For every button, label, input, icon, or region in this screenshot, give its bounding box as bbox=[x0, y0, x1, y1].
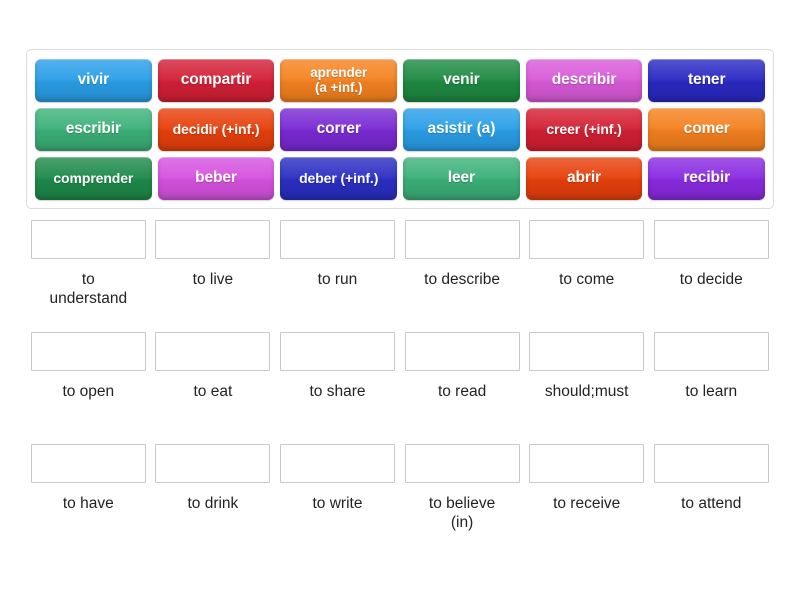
answer-label: to live bbox=[192, 271, 234, 288]
answer-grid: to understand to live to run to describe… bbox=[26, 220, 774, 556]
answer-item: to write bbox=[275, 444, 400, 556]
word-tile[interactable]: asistir (a) bbox=[403, 107, 520, 151]
tile-slot: beber bbox=[155, 154, 278, 202]
drop-zone[interactable] bbox=[529, 332, 645, 371]
word-tile[interactable]: recibir bbox=[648, 156, 766, 200]
answer-label: to come bbox=[559, 271, 615, 288]
word-tile[interactable]: creer (+inf.) bbox=[525, 107, 643, 151]
word-tile[interactable]: escribir bbox=[35, 107, 152, 151]
drop-zone[interactable] bbox=[404, 220, 520, 259]
tile-slot: comer bbox=[645, 105, 768, 153]
tile-slot: venir bbox=[400, 56, 523, 104]
tile-slot: creer (+inf.) bbox=[523, 105, 646, 153]
drop-zone[interactable] bbox=[529, 220, 645, 259]
tile-row: escribir decidir (+inf.) correr asistir … bbox=[32, 105, 768, 153]
word-tile[interactable]: deber (+inf.) bbox=[280, 156, 398, 200]
answer-item: to open bbox=[26, 332, 151, 444]
tile-slot: decidir (+inf.) bbox=[155, 105, 278, 153]
answer-item: to drink bbox=[151, 444, 276, 556]
answer-label: to have bbox=[62, 495, 114, 512]
tile-slot: aprender (a +inf.) bbox=[277, 56, 400, 104]
answer-item: to decide bbox=[649, 220, 774, 332]
word-tile[interactable]: describir bbox=[525, 58, 643, 102]
tile-slot: deber (+inf.) bbox=[277, 154, 400, 202]
word-tile[interactable]: comprender bbox=[35, 156, 152, 200]
drop-zone[interactable] bbox=[279, 332, 395, 371]
answer-item: to understand bbox=[26, 220, 151, 332]
answer-label: to share bbox=[309, 383, 366, 400]
tile-slot: abrir bbox=[523, 154, 646, 202]
word-tile[interactable]: leer bbox=[403, 156, 520, 200]
activity-page: vivir compartir aprender (a +inf.) venir… bbox=[0, 0, 800, 600]
tile-slot: tener bbox=[645, 56, 768, 104]
word-tile[interactable]: abrir bbox=[525, 156, 643, 200]
answer-item: to come bbox=[524, 220, 649, 332]
tile-slot: comprender bbox=[32, 154, 155, 202]
word-tile[interactable]: decidir (+inf.) bbox=[157, 107, 275, 151]
drop-zone[interactable] bbox=[30, 220, 146, 259]
answer-item: to learn bbox=[649, 332, 774, 444]
word-tile[interactable]: vivir bbox=[35, 58, 152, 102]
answer-label: to learn bbox=[685, 383, 738, 400]
answer-label: to believe (in) bbox=[428, 495, 496, 532]
answer-label: to open bbox=[62, 383, 115, 400]
tile-row: comprender beber deber (+inf.) leer abri… bbox=[32, 154, 768, 202]
tile-slot: asistir (a) bbox=[400, 105, 523, 153]
answer-label: should;must bbox=[544, 383, 629, 400]
word-tile[interactable]: venir bbox=[403, 58, 520, 102]
word-tile[interactable]: comer bbox=[648, 107, 766, 151]
word-tile[interactable]: compartir bbox=[157, 58, 275, 102]
tile-slot: correr bbox=[277, 105, 400, 153]
answer-item: to describe bbox=[400, 220, 525, 332]
drop-zone[interactable] bbox=[653, 444, 769, 483]
drop-zone[interactable] bbox=[279, 444, 395, 483]
tile-slot: vivir bbox=[32, 56, 155, 104]
tile-row: vivir compartir aprender (a +inf.) venir… bbox=[32, 56, 768, 104]
drop-zone[interactable] bbox=[30, 332, 146, 371]
word-tile[interactable]: correr bbox=[280, 107, 398, 151]
answer-row: to have to drink to write to believe (in… bbox=[26, 444, 774, 556]
drop-zone[interactable] bbox=[155, 444, 271, 483]
answer-item: to eat bbox=[151, 332, 276, 444]
answer-label: to read bbox=[437, 383, 487, 400]
answer-item: to share bbox=[275, 332, 400, 444]
answer-item: should;must bbox=[524, 332, 649, 444]
answer-label: to write bbox=[312, 495, 363, 512]
answer-label: to decide bbox=[679, 271, 743, 288]
answer-item: to run bbox=[275, 220, 400, 332]
word-tile[interactable]: beber bbox=[157, 156, 275, 200]
answer-label: to understand bbox=[49, 271, 128, 308]
answer-item: to believe (in) bbox=[400, 444, 525, 556]
answer-label: to receive bbox=[553, 495, 621, 512]
drop-zone[interactable] bbox=[155, 220, 271, 259]
answer-label: to drink bbox=[187, 495, 239, 512]
answer-item: to attend bbox=[649, 444, 774, 556]
tile-slot: recibir bbox=[645, 154, 768, 202]
tile-slot: leer bbox=[400, 154, 523, 202]
word-tile[interactable]: tener bbox=[648, 58, 766, 102]
drop-zone[interactable] bbox=[279, 220, 395, 259]
drop-zone[interactable] bbox=[653, 332, 769, 371]
tile-slot: compartir bbox=[155, 56, 278, 104]
tile-slot: describir bbox=[523, 56, 646, 104]
answer-item: to have bbox=[26, 444, 151, 556]
drop-zone[interactable] bbox=[529, 444, 645, 483]
answer-label: to attend bbox=[681, 495, 742, 512]
word-tile[interactable]: aprender (a +inf.) bbox=[280, 58, 398, 102]
answer-item: to live bbox=[151, 220, 276, 332]
tile-slot: escribir bbox=[32, 105, 155, 153]
answer-item: to read bbox=[400, 332, 525, 444]
answer-row: to understand to live to run to describe… bbox=[26, 220, 774, 332]
answer-label: to eat bbox=[193, 383, 233, 400]
answer-label: to describe bbox=[424, 271, 500, 288]
drop-zone[interactable] bbox=[155, 332, 271, 371]
drop-zone[interactable] bbox=[404, 332, 520, 371]
answer-row: to open to eat to share to read should;m… bbox=[26, 332, 774, 444]
drop-zone[interactable] bbox=[653, 220, 769, 259]
drop-zone[interactable] bbox=[404, 444, 520, 483]
answer-label: to run bbox=[317, 271, 358, 288]
answer-item: to receive bbox=[524, 444, 649, 556]
word-tile-bank: vivir compartir aprender (a +inf.) venir… bbox=[26, 49, 774, 209]
drop-zone[interactable] bbox=[30, 444, 146, 483]
